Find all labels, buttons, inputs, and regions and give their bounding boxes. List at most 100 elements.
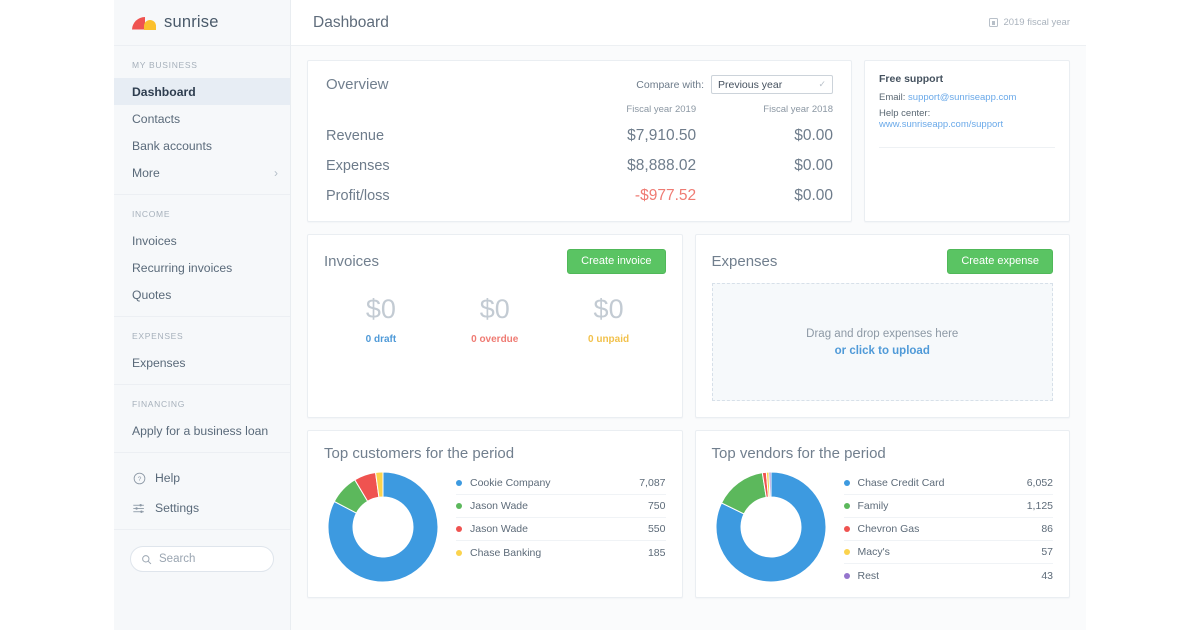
legend-row[interactable]: Chase Credit Card 6,052: [843, 472, 1053, 495]
search-input[interactable]: Search: [130, 546, 274, 572]
table-row: Revenue $7,910.50 $0.00: [326, 121, 833, 151]
sidebar-item-bank-accounts[interactable]: Bank accounts: [114, 132, 290, 159]
nav-group-label: INCOME: [132, 209, 171, 219]
sidebar-item-invoices[interactable]: Invoices: [114, 227, 290, 254]
legend-label: Family: [857, 500, 889, 512]
support-body: Free support Email: support@sunriseapp.c…: [865, 61, 1069, 147]
legend-value: 185: [647, 546, 666, 559]
legend-value: 750: [647, 500, 666, 512]
legend-row[interactable]: Chevron Gas 86: [843, 518, 1053, 541]
sidebar-item-recurring-invoices[interactable]: Recurring invoices: [114, 254, 290, 281]
sidebar-item-label: Apply for a business loan: [132, 423, 269, 438]
donut-slice[interactable]: [767, 471, 771, 498]
compare-control: Compare with: Previous year ✓: [636, 75, 833, 94]
stat-label: 0 unpaid: [588, 334, 630, 345]
stat-label: 0 draft: [365, 334, 397, 345]
nav-group-expenses: EXPENSES Expenses: [114, 317, 290, 385]
stat-label: 0 overdue: [471, 334, 519, 345]
legend-row[interactable]: Cookie Company 7,087: [456, 472, 666, 495]
legend-row[interactable]: Family 1,125: [843, 495, 1053, 518]
dropzone-upload-link[interactable]: or click to upload: [835, 345, 930, 357]
sidebar-item-expenses[interactable]: Expenses: [114, 349, 290, 376]
sidebar-item-label: Bank accounts: [132, 138, 212, 153]
legend-color-dot: [843, 526, 850, 532]
stat-amount: $0: [365, 294, 396, 324]
support-helpcenter-row: Help center: www.sunriseapp.com/support: [879, 108, 1055, 130]
nav-group-my-business: MY BUSINESS Dashboard Contacts Bank acco…: [114, 46, 290, 195]
sidebar-item-label: More: [132, 165, 160, 180]
legend-row[interactable]: Jason Wade 750: [456, 495, 666, 518]
sidebar-item-help[interactable]: ? Help: [114, 463, 290, 493]
brand-logo[interactable]: sunrise: [114, 0, 290, 46]
overview-card: Overview Compare with: Previous year ✓ F…: [307, 60, 852, 222]
topbar: Dashboard 2019 fiscal year: [291, 0, 1086, 46]
chart-body: Cookie Company 7,087 Jason Wade 750 Jason Wa…: [324, 468, 666, 586]
legend-label: Macy's: [857, 546, 890, 558]
page-title: Dashboard: [313, 13, 389, 31]
invoice-stat-draft[interactable]: $0 0 draft: [324, 294, 438, 346]
sidebar-item-settings[interactable]: Settings: [114, 493, 290, 523]
expense-dropzone[interactable]: Drag and drop expenses here or click to …: [711, 283, 1053, 401]
support-email-label: Email:: [879, 92, 906, 103]
top-customers-card: Top customers for the period Cookie Comp…: [307, 430, 683, 598]
support-card: Free support Email: support@sunriseapp.c…: [864, 60, 1070, 222]
legend-label: Chase Credit Card: [857, 477, 945, 489]
legend-label: Jason Wade: [470, 523, 528, 535]
metric-label: Revenue: [326, 128, 385, 144]
metric-current: $7,910.50: [627, 127, 697, 144]
support-email-link[interactable]: support@sunriseapp.com: [908, 92, 1016, 103]
chart-title: Top customers for the period: [324, 445, 515, 462]
donut-chart-customers: [327, 471, 439, 583]
compare-label: Compare with:: [636, 78, 704, 91]
chart-body: Chase Credit Card 6,052 Family 1,125 Chevron…: [712, 468, 1053, 587]
legend-label: Chevron Gas: [857, 523, 920, 535]
sidebar-item-label: Contacts: [132, 111, 181, 126]
calendar-icon: [989, 18, 999, 27]
sidebar-item-contacts[interactable]: Contacts: [114, 105, 290, 132]
sidebar-item-label: Expenses: [132, 355, 186, 370]
sidebar-item-label: Help: [155, 471, 181, 485]
metric-previous: $0.00: [794, 157, 833, 174]
legend-color-dot: [456, 480, 462, 486]
nav-group-income: INCOME Invoices Recurring invoices Quote…: [114, 195, 290, 317]
sidebar-item-dashboard[interactable]: Dashboard: [114, 78, 290, 105]
legend-value: 7,087: [639, 477, 666, 489]
support-email-row: Email: support@sunriseapp.com: [879, 92, 1055, 103]
dashboard-content: Overview Compare with: Previous year ✓ F…: [291, 46, 1086, 630]
legend-value: 86: [1041, 523, 1053, 535]
create-expense-button[interactable]: Create expense: [947, 249, 1053, 274]
invoice-stats: $0 0 draft $0 0 overdue $0 0 unpaid: [324, 294, 666, 346]
stat-amount: $0: [479, 294, 510, 324]
metric-current: -$977.52: [634, 187, 697, 204]
invoice-stat-overdue[interactable]: $0 0 overdue: [438, 294, 552, 346]
invoices-header: Invoices Create invoice: [324, 249, 666, 274]
legend-row[interactable]: Rest 43: [843, 564, 1053, 587]
overview-table: Fiscal year 2019 Fiscal year 2018 Revenu…: [326, 104, 833, 211]
sidebar-item-more[interactable]: More ›: [114, 159, 290, 186]
sidebar-item-quotes[interactable]: Quotes: [114, 281, 290, 308]
support-helpcenter-link[interactable]: www.sunriseapp.com/support: [879, 119, 1003, 130]
legend-row[interactable]: Chase Banking 185: [456, 541, 666, 564]
help-circle-icon: ?: [131, 470, 147, 486]
invoices-card: Invoices Create invoice $0 0 draft $0 0 …: [307, 234, 683, 418]
fiscal-year-selector[interactable]: 2019 fiscal year: [989, 17, 1070, 28]
legend-row[interactable]: Jason Wade 550: [456, 518, 666, 541]
metric-current: $8,888.02: [627, 157, 697, 174]
compare-select[interactable]: Previous year ✓: [711, 75, 833, 94]
sidebar-search: Search: [114, 530, 290, 572]
legend-row[interactable]: Macy's 57: [843, 541, 1053, 564]
support-title: Free support: [879, 73, 944, 85]
sidebar-item-business-loan[interactable]: Apply for a business loan: [114, 417, 290, 444]
legend-value: 6,052: [1026, 477, 1053, 489]
create-invoice-button[interactable]: Create invoice: [567, 249, 666, 274]
expenses-header: Expenses Create expense: [712, 249, 1053, 274]
row-donut-charts: Top customers for the period Cookie Comp…: [307, 430, 1070, 598]
sidebar-item-label: Quotes: [132, 287, 172, 302]
top-vendors-card: Top vendors for the period Chase Credit …: [694, 430, 1070, 598]
invoice-stat-unpaid[interactable]: $0 0 unpaid: [552, 296, 666, 346]
invoices-title: Invoices: [324, 253, 380, 270]
metric-previous: $0.00: [794, 187, 833, 204]
legend-value: 1,125: [1026, 500, 1053, 512]
nav-group-label: MY BUSINESS: [132, 60, 198, 70]
row-invoices-expenses: Invoices Create invoice $0 0 draft $0 0 …: [307, 234, 1070, 418]
